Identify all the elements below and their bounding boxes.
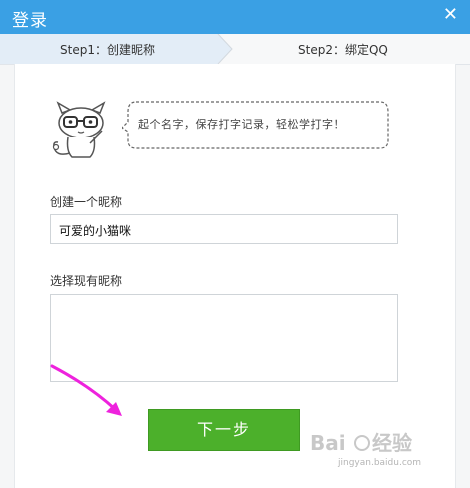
speech-text: 起个名字，保存打字记录，轻松学打字！: [138, 118, 345, 131]
watermark-url: jingyan.baidu.com: [338, 458, 422, 468]
svg-text:Bai: Bai: [310, 431, 346, 455]
step-indicator: Step1：创建昵称 Step2：绑定QQ: [0, 34, 470, 65]
window-title: 登录: [12, 11, 48, 31]
cat-with-glasses-icon: [52, 101, 106, 158]
create-nickname-input[interactable]: 可爱的小猫咪: [50, 214, 398, 244]
svg-text:经验: 经验: [372, 431, 412, 455]
next-step-button[interactable]: 下一步: [148, 409, 300, 451]
close-icon[interactable]: ✕: [443, 4, 458, 25]
title-bar: 登录 ✕: [0, 0, 470, 34]
step-2-label: Step2：绑定QQ: [298, 43, 388, 57]
create-nickname-label: 创建一个昵称: [50, 195, 123, 209]
existing-nickname-label: 选择现有昵称: [50, 274, 123, 288]
step-1-label: Step1：创建昵称: [60, 43, 155, 57]
magenta-arrow-icon: [50, 364, 122, 416]
baidu-watermark: Bai 经验: [310, 431, 412, 455]
